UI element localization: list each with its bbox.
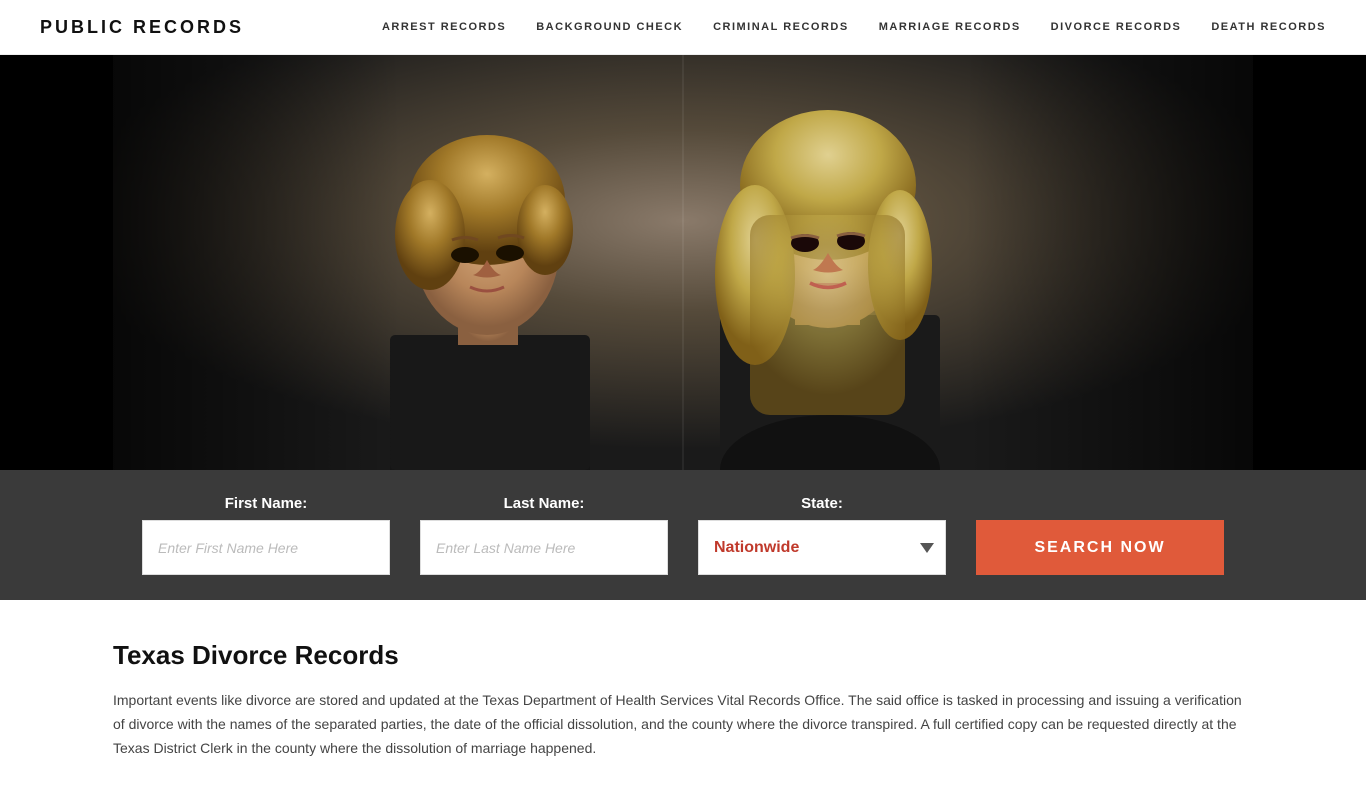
search-section: First Name: Last Name: State: Nationwide… (0, 470, 1366, 600)
first-name-field: First Name: (142, 495, 390, 575)
main-nav: ARREST RECORDS BACKGROUND CHECK CRIMINAL… (382, 21, 1326, 33)
state-label: State: (698, 495, 946, 512)
site-logo: PUBLIC RECORDS (40, 17, 244, 38)
first-name-label: First Name: (142, 495, 390, 512)
search-button-field: SEARCH NOW (976, 495, 1224, 575)
last-name-field: Last Name: (420, 495, 668, 575)
state-select-wrapper: NationwideAlabamaAlaskaArizonaArkansasCa… (698, 520, 946, 575)
search-spacer-label (976, 495, 1224, 512)
last-name-label: Last Name: (420, 495, 668, 512)
nav-divorce-records[interactable]: DIVORCE RECORDS (1051, 21, 1182, 33)
nav-background-check[interactable]: BACKGROUND CHECK (536, 21, 683, 33)
header: PUBLIC RECORDS ARREST RECORDS BACKGROUND… (0, 0, 1366, 55)
nav-marriage-records[interactable]: MARRIAGE RECORDS (879, 21, 1021, 33)
last-name-input[interactable] (420, 520, 668, 575)
hero-image (0, 55, 1366, 470)
hero-section (0, 55, 1366, 470)
nav-arrest-records[interactable]: ARREST RECORDS (382, 21, 506, 33)
content-paragraph-1: Important events like divorce are stored… (113, 689, 1253, 760)
content-section: Texas Divorce Records Important events l… (0, 600, 1366, 800)
nav-death-records[interactable]: DEATH RECORDS (1211, 21, 1326, 33)
first-name-input[interactable] (142, 520, 390, 575)
search-now-button[interactable]: SEARCH NOW (976, 520, 1224, 575)
state-select[interactable]: NationwideAlabamaAlaskaArizonaArkansasCa… (698, 520, 946, 575)
nav-criminal-records[interactable]: CRIMINAL RECORDS (713, 21, 849, 33)
state-field: State: NationwideAlabamaAlaskaArizonaArk… (698, 495, 946, 575)
content-title: Texas Divorce Records (113, 640, 1253, 671)
